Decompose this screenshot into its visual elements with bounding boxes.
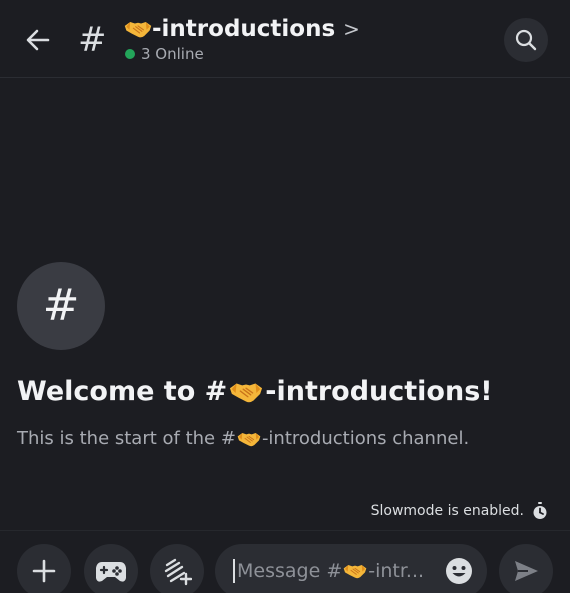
activities-button[interactable]: [84, 544, 138, 593]
arrow-left-icon: [26, 29, 50, 51]
channel-header: # -introductions > 3 Online: [0, 0, 570, 78]
welcome-subtitle-suffix: -introductions channel.: [261, 428, 470, 449]
online-status: 3 Online: [124, 45, 360, 63]
back-button[interactable]: [20, 22, 56, 58]
online-dot-icon: [125, 49, 135, 59]
timer-icon: [532, 502, 548, 520]
channel-title-area[interactable]: -introductions > 3 Online: [124, 14, 360, 63]
channel-avatar: #: [17, 262, 105, 350]
search-icon: [515, 29, 537, 51]
welcome-title: Welcome to # -introductions!: [17, 376, 493, 407]
channel-name: -introductions: [152, 16, 336, 42]
plus-icon: [32, 559, 56, 583]
message-placeholder: Message # -intr...: [237, 560, 424, 582]
slowmode-text: Slowmode is enabled.: [370, 503, 524, 519]
welcome-title-suffix: -introductions!: [265, 376, 493, 407]
channel-avatar-hash-icon: #: [42, 280, 80, 331]
slowmode-notice[interactable]: Slowmode is enabled.: [371, 502, 548, 520]
composer-bar: Message # -intr...: [0, 530, 570, 593]
online-count: 3 Online: [141, 45, 204, 63]
handshake-emoji-icon: [343, 562, 367, 580]
text-caret: [233, 559, 235, 583]
app-screen: # -introductions > 3 Online # Welcome to…: [0, 0, 570, 593]
channel-title[interactable]: -introductions >: [124, 14, 360, 44]
apps-icon: [164, 558, 192, 586]
send-icon: [515, 561, 538, 581]
apps-button[interactable]: [150, 544, 204, 593]
handshake-emoji-icon: [229, 379, 263, 405]
message-input[interactable]: Message # -intr...: [215, 544, 487, 593]
placeholder-prefix: Message #: [237, 560, 343, 582]
gamepad-icon: [96, 562, 126, 582]
send-button[interactable]: [499, 544, 553, 593]
search-button[interactable]: [504, 18, 548, 62]
emoji-icon[interactable]: [445, 557, 473, 585]
chevron-right-icon: >: [343, 17, 360, 41]
handshake-emoji-icon: [237, 430, 261, 448]
add-attachment-button[interactable]: [17, 544, 71, 593]
channel-hash-icon: #: [78, 20, 107, 60]
handshake-emoji-icon: [124, 18, 152, 40]
welcome-subtitle-prefix: This is the start of the #: [17, 428, 236, 449]
welcome-title-prefix: Welcome to #: [17, 376, 228, 407]
placeholder-suffix: -intr...: [368, 560, 425, 582]
welcome-subtitle: This is the start of the # -introduction…: [17, 428, 469, 449]
